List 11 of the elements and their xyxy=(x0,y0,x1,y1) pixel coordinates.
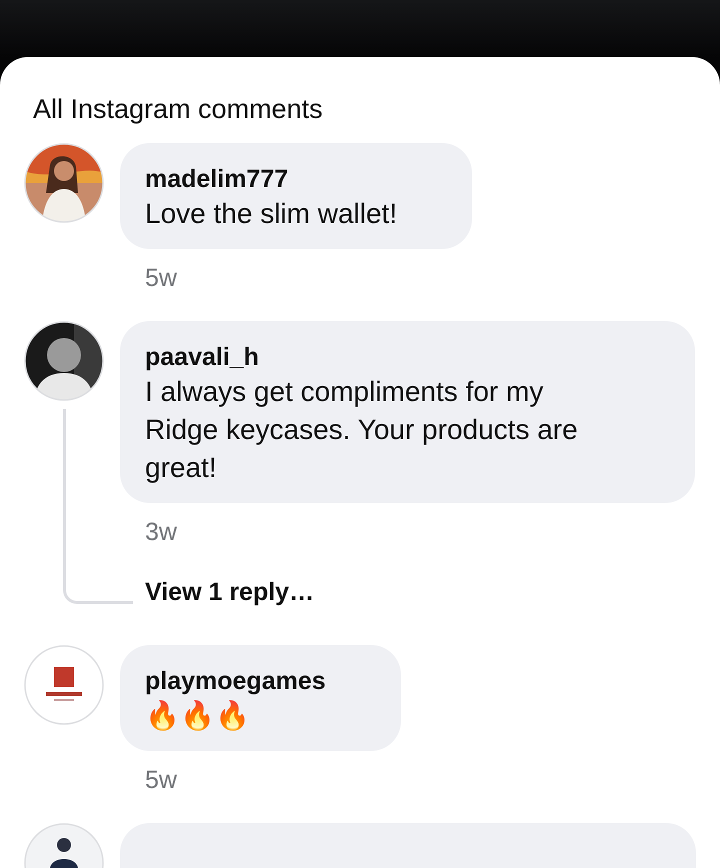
sheet-title: All Instagram comments xyxy=(33,93,324,126)
comment-text: I always get compliments for my Ridge keycases. Your products are great! xyxy=(145,375,579,485)
comment-text: Love the slim wallet! xyxy=(145,197,398,231)
comment-time: 3w xyxy=(145,517,178,547)
view-replies-link[interactable]: View 1 reply… xyxy=(145,575,314,609)
comment-time: 5w xyxy=(145,263,178,293)
comment-time: 5w xyxy=(145,765,178,795)
comment-username: paavali_h xyxy=(145,342,260,373)
comment-username: madelim777 xyxy=(145,164,290,195)
comment-text: 🔥🔥🔥 xyxy=(145,699,251,733)
comment-username: playmoegames xyxy=(145,666,326,697)
